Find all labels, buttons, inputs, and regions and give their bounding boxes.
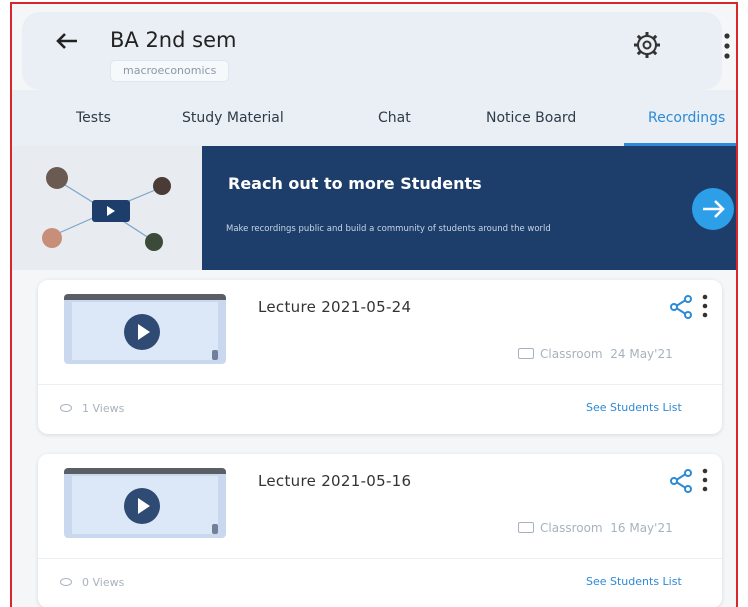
see-students-list-link[interactable]: See Students List <box>586 401 682 414</box>
gear-icon[interactable] <box>632 30 662 60</box>
share-icon[interactable] <box>668 294 694 320</box>
tab-study-material[interactable]: Study Material <box>182 110 284 126</box>
video-thumbnail[interactable]: ​ <box>64 294 226 364</box>
tab-recordings[interactable]: Recordings <box>648 110 725 126</box>
more-vertical-icon[interactable] <box>700 294 710 318</box>
app-screen: BA 2nd sem macroeconomics Tests Study Ma… <box>10 2 738 607</box>
recording-meta: Classroom 24 May'21 <box>518 347 673 361</box>
recording-title: Lecture 2021-05-16 <box>258 472 412 490</box>
more-vertical-icon[interactable] <box>700 468 710 492</box>
class-title: BA 2nd sem <box>110 28 237 52</box>
play-icon[interactable] <box>124 488 160 524</box>
banner-subtitle: Make recordings public and build a commu… <box>226 224 551 234</box>
recording-card[interactable]: ​ Lecture 2021-05-16 Classroom 16 May'21… <box>38 454 722 607</box>
classroom-label: Classroom <box>540 521 603 535</box>
arrow-right-icon <box>703 200 725 218</box>
see-students-list-link[interactable]: See Students List <box>586 575 682 588</box>
eye-icon <box>60 404 72 412</box>
network-illustration <box>12 146 202 270</box>
duration-badge: ​ <box>212 524 218 534</box>
more-vertical-icon[interactable] <box>722 32 732 60</box>
recording-card[interactable]: ​ Lecture 2021-05-24 Classroom 24 May'21… <box>38 280 722 434</box>
back-arrow-icon[interactable] <box>52 26 82 56</box>
recording-title: Lecture 2021-05-24 <box>258 298 412 316</box>
subject-chip: macroeconomics <box>110 60 230 82</box>
tab-chat[interactable]: Chat <box>378 110 411 126</box>
share-icon[interactable] <box>668 468 694 494</box>
banner-arrow-button[interactable] <box>692 188 734 230</box>
recording-date: 24 May'21 <box>610 347 673 361</box>
recording-meta: Classroom 16 May'21 <box>518 521 673 535</box>
class-header: BA 2nd sem macroeconomics <box>22 12 730 90</box>
tab-notice-board[interactable]: Notice Board <box>486 110 576 126</box>
duration-badge: ​ <box>212 350 218 360</box>
promo-banner[interactable]: Reach out to more Students Make recordin… <box>12 146 736 270</box>
classroom-label: Classroom <box>540 347 603 361</box>
eye-icon <box>60 578 72 586</box>
play-icon[interactable] <box>124 314 160 350</box>
video-thumbnail[interactable]: ​ <box>64 468 226 538</box>
classroom-icon <box>518 348 534 359</box>
classroom-icon <box>518 522 534 533</box>
divider <box>38 558 722 559</box>
views-count: 1 Views <box>60 402 124 415</box>
divider <box>38 384 722 385</box>
tab-bar: Tests Study Material Chat Notice Board R… <box>12 90 736 146</box>
recording-date: 16 May'21 <box>610 521 673 535</box>
tab-tests[interactable]: Tests <box>76 110 111 126</box>
views-count: 0 Views <box>60 576 124 589</box>
banner-title: Reach out to more Students <box>228 174 482 193</box>
